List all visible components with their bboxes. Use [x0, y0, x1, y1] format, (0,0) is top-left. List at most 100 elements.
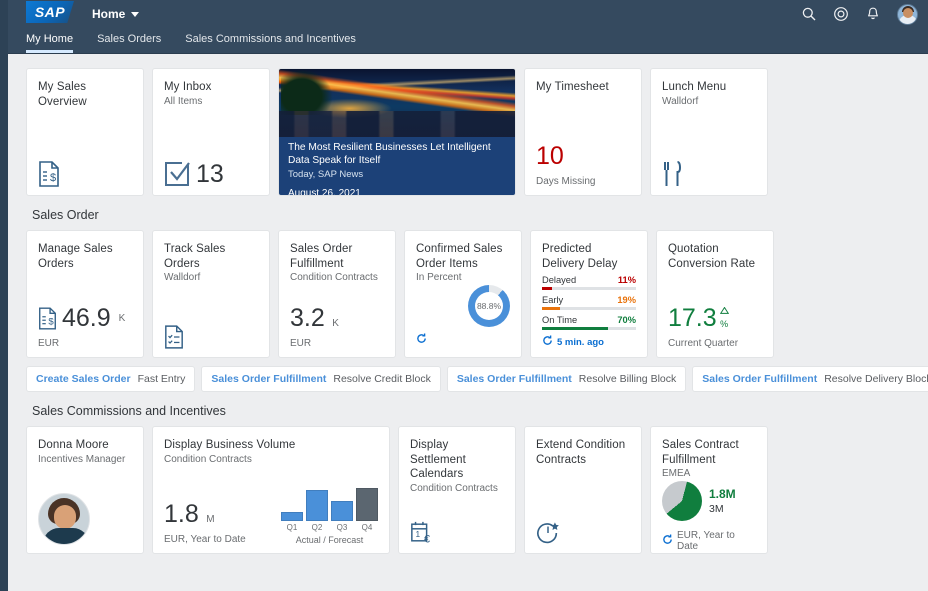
tile-donna-moore[interactable]: Donna Moore Incentives Manager — [26, 426, 144, 554]
search-icon[interactable] — [801, 6, 817, 22]
tile-body — [38, 493, 132, 545]
bullet-label: Early — [542, 295, 563, 305]
tile-lunch-menu[interactable]: Lunch Menu Walldorf — [650, 68, 768, 196]
bar-label: Q2 — [312, 523, 323, 532]
tile-sales-contract-fulfillment[interactable]: Sales Contract Fulfillment EMEA 1.8M 3M — [650, 426, 768, 554]
document-list-icon — [164, 325, 258, 349]
bullet-value: 19% — [617, 295, 636, 305]
link-title: Sales Order Fulfillment — [457, 373, 572, 385]
tile-title: My Sales Overview — [38, 80, 132, 109]
sap-logo[interactable]: SAP — [26, 1, 74, 23]
tab-sales-orders[interactable]: Sales Orders — [97, 33, 161, 53]
avatar-face — [903, 8, 913, 18]
app-frame: SAP Home My Home Sales Orders Sales — [8, 0, 928, 591]
home-menu-button[interactable]: Home — [92, 0, 139, 28]
tile-subtitle: All Items — [164, 96, 258, 109]
tile-my-sales-overview[interactable]: My Sales Overview $ — [26, 68, 144, 196]
tile-quotation-conversion-rate[interactable]: Quotation Conversion Rate 17.3 % Current… — [656, 230, 774, 358]
bullet-fill — [542, 287, 552, 290]
tile-title: Lunch Menu — [662, 80, 756, 95]
copilot-icon[interactable] — [833, 6, 849, 22]
left-edge-rail — [0, 0, 8, 591]
bullet-value: 70% — [617, 315, 636, 325]
group-title-sales-order: Sales Order — [32, 208, 910, 222]
tile-display-settlement-calendars[interactable]: Display Settlement Calendars Condition C… — [398, 426, 516, 554]
refresh-icon — [542, 335, 553, 349]
fulfillment-value: 3.2 — [290, 304, 325, 332]
fulfillment-caption: EUR — [290, 338, 384, 349]
bullet-track — [542, 307, 636, 310]
tile-subtitle: Incentives Manager — [38, 454, 132, 467]
tile-display-business-volume[interactable]: Display Business Volume Condition Contra… — [152, 426, 390, 554]
tab-my-home[interactable]: My Home — [26, 33, 73, 53]
pie-secondary-value: 3M — [709, 503, 736, 515]
link-create-sales-order[interactable]: Create Sales Order Fast Entry — [26, 366, 195, 392]
tile-subtitle: Condition Contracts — [164, 454, 378, 467]
calendar-euro-icon: 1€ — [410, 520, 504, 545]
tile-predicted-delivery-delay[interactable]: Predicted Delivery Delay Delayed 11% — [530, 230, 648, 358]
manage-sales-orders-value: 46.9 — [62, 306, 111, 331]
tile-body: 17.3 % Current Quarter — [668, 301, 762, 349]
tile-title: Display Business Volume — [164, 438, 378, 453]
tab-sales-commissions-and-incentives[interactable]: Sales Commissions and Incentives — [185, 33, 356, 53]
refresh-status[interactable]: 5 min. ago — [542, 335, 636, 349]
notifications-bell-icon[interactable] — [865, 6, 881, 22]
page-content: My Sales Overview $ My Inbox All Items 1… — [8, 54, 928, 554]
tile-title: Confirmed Sales Order Items — [416, 242, 510, 271]
confirmed-items-donut-chart: 88.8% — [468, 285, 510, 327]
tile-sales-order-fulfillment[interactable]: Sales Order Fulfillment Condition Contra… — [278, 230, 396, 358]
document-dollar-icon: $ — [38, 161, 132, 187]
tile-my-inbox[interactable]: My Inbox All Items 13 — [152, 68, 270, 196]
tile-manage-sales-orders[interactable]: Manage Sales Orders $ 46.9 K EUR — [26, 230, 144, 358]
tile-title: Donna Moore — [38, 438, 132, 453]
bar-chart-caption: Actual / Forecast — [281, 535, 378, 545]
bar-column-q1: Q1 — [281, 488, 303, 532]
bullet-row-on-time: On Time 70% — [542, 315, 636, 330]
extend-star-icon — [536, 521, 630, 545]
link-resolve-delivery-block[interactable]: Sales Order Fulfillment Resolve Delivery… — [692, 366, 928, 392]
navigation-tabs: My Home Sales Orders Sales Commissions a… — [8, 28, 928, 54]
tile-title: Sales Contract Fulfillment — [662, 438, 756, 467]
timesheet-caption: Days Missing — [536, 176, 630, 187]
bar — [331, 501, 353, 521]
link-subtitle: Fast Entry — [138, 373, 186, 385]
tile-title: Sales Order Fulfillment — [290, 242, 384, 271]
group-title-sales-commissions: Sales Commissions and Incentives — [32, 404, 910, 418]
conversion-rate-unit: % — [720, 319, 728, 329]
tile-row-commissions: Donna Moore Incentives Manager Display B… — [26, 426, 910, 554]
tile-my-timesheet[interactable]: My Timesheet 10 Days Missing — [524, 68, 642, 196]
bar-column-q3: Q3 — [331, 488, 353, 532]
fulfillment-unit: K — [332, 318, 339, 329]
pie-primary-value: 1.8M — [709, 487, 736, 501]
news-date: August 26, 2021 — [288, 188, 506, 197]
checkbox-checked-icon — [164, 161, 190, 187]
tile-news[interactable]: The Most Resilient Businesses Let Intell… — [278, 68, 516, 196]
tile-confirmed-sales-order-items[interactable]: Confirmed Sales Order Items In Percent 8… — [404, 230, 522, 358]
bullet-label: On Time — [542, 315, 577, 325]
tile-title: Track Sales Orders — [164, 242, 258, 271]
business-volume-unit: M — [206, 514, 214, 525]
tile-title: My Inbox — [164, 80, 258, 95]
contract-refresh-status[interactable]: EUR, Year to Date — [662, 530, 756, 552]
tile-title: Extend Condition Contracts — [536, 438, 630, 467]
tile-body — [164, 325, 258, 349]
bar-chart-bars: Q1 Q2 Q3 Q4 — [281, 488, 378, 532]
bullet-label: Delayed — [542, 275, 576, 285]
tile-track-sales-orders[interactable]: Track Sales Orders Walldorf — [152, 230, 270, 358]
link-resolve-credit-block[interactable]: Sales Order Fulfillment Resolve Credit B… — [201, 366, 440, 392]
tile-extend-condition-contracts[interactable]: Extend Condition Contracts — [524, 426, 642, 554]
tile-row-sales-order: Manage Sales Orders $ 46.9 K EUR Track S… — [26, 230, 910, 358]
refresh-icon[interactable] — [416, 333, 427, 344]
bullet-value: 11% — [618, 275, 636, 285]
delivery-delay-chart: Delayed 11% Early 19% — [542, 275, 636, 349]
user-avatar[interactable] — [897, 4, 918, 25]
bar — [356, 488, 378, 521]
person-face — [54, 505, 76, 529]
tile-body: 88.8% — [416, 285, 510, 349]
business-volume-caption: EUR, Year to Date — [164, 534, 246, 545]
tile-title: Manage Sales Orders — [38, 242, 132, 271]
link-resolve-billing-block[interactable]: Sales Order Fulfillment Resolve Billing … — [447, 366, 686, 392]
link-title: Sales Order Fulfillment — [211, 373, 326, 385]
tile-title: Predicted Delivery Delay — [542, 242, 636, 271]
news-meta: Today, SAP News — [288, 169, 506, 180]
